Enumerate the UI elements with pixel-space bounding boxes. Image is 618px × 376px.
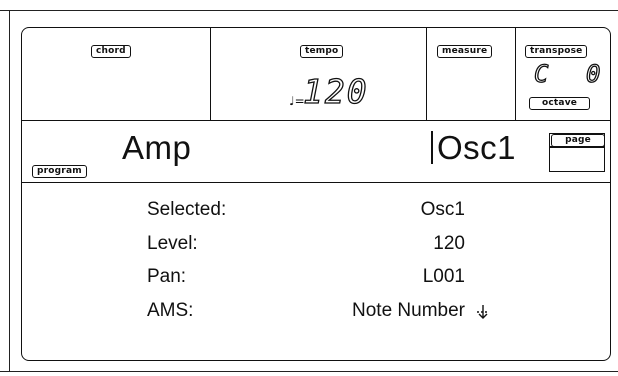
top-rule (0, 10, 618, 11)
param-label-pan: Pan: (147, 266, 187, 287)
lcd-display: chord tempo ♩= 120 measure transpose C 0… (21, 27, 611, 361)
chord-cell: chord (22, 28, 211, 120)
transpose-value[interactable]: 0 (585, 59, 602, 88)
page-button-label[interactable]: page (551, 134, 605, 147)
tempo-cell: tempo ♩= 120 (211, 28, 427, 120)
param-value-level[interactable]: 120 (433, 233, 465, 255)
program-tag: program (32, 165, 87, 178)
program-name[interactable]: Amp (122, 129, 191, 167)
param-label-level: Level: (147, 233, 198, 254)
measure-cell: measure (427, 28, 516, 120)
program-bar: Amp Osc1 (22, 121, 610, 183)
param-label-selected: Selected: (147, 199, 227, 220)
tempo-tag: tempo (300, 45, 344, 58)
octave-tag: octave (529, 97, 591, 110)
chord-tag: chord (91, 45, 131, 58)
measure-tag: measure (437, 45, 493, 58)
param-value-ams[interactable]: Note Number (352, 300, 465, 322)
page-separator (431, 131, 433, 164)
transpose-tag: transpose (525, 45, 588, 58)
bottom-rule (0, 371, 618, 372)
param-value-pan[interactable]: L001 (423, 266, 465, 288)
left-rule (9, 10, 10, 372)
down-arrow-icon[interactable] (476, 304, 490, 324)
param-value-selected[interactable]: Osc1 (421, 199, 465, 221)
param-label-ams: AMS: (147, 300, 194, 321)
header-bar: chord tempo ♩= 120 measure transpose C 0… (22, 28, 610, 121)
transpose-cell: transpose C 0 octave (516, 28, 610, 120)
transpose-key[interactable]: C (533, 59, 550, 88)
page-title: Osc1 (437, 129, 517, 166)
tempo-value[interactable]: 120 (302, 71, 369, 111)
